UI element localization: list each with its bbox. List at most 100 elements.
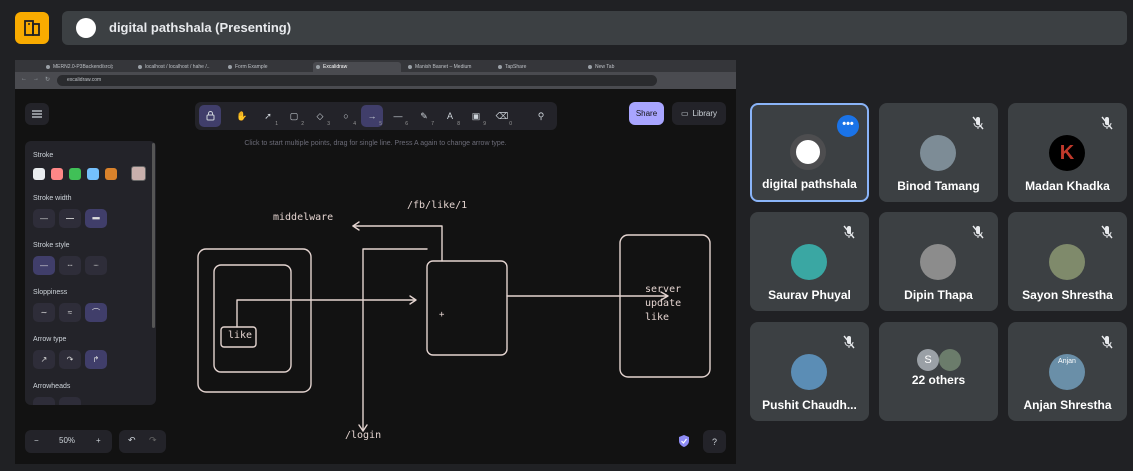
more-options-icon[interactable]: ••• [837, 115, 859, 137]
browser-tab[interactable]: Form Example [225, 62, 305, 72]
browser-tab[interactable]: TapShare [495, 62, 575, 72]
current-color-swatch[interactable] [131, 166, 146, 181]
browser-tab-strip: MERN2.0-P3Backend/src/p... localhost / l… [15, 60, 736, 72]
color-swatch-blue[interactable] [87, 168, 99, 180]
color-swatch-green[interactable] [69, 168, 81, 180]
hamburger-icon [32, 110, 42, 118]
help-button[interactable]: ? [703, 430, 726, 453]
stroke-label: Stroke [33, 152, 54, 159]
presenter-avatar [76, 18, 96, 38]
line-tool[interactable]: —6 [387, 105, 409, 127]
stroke-solid-button[interactable]: — [33, 256, 55, 275]
selection-tool[interactable]: ➚ 1 [257, 105, 279, 128]
browser-tab[interactable]: Excalidraw [313, 62, 401, 72]
tool-shortcut: 7 [431, 121, 434, 127]
inner-box [213, 264, 292, 373]
shield-icon[interactable] [678, 434, 690, 448]
mic-off-icon [843, 335, 855, 349]
image-tool[interactable]: ▣ 9 [465, 105, 487, 128]
stroke-style-label: Stroke style [33, 242, 70, 249]
participant-tile[interactable]: ••• digital pathshala [750, 103, 869, 202]
like-arrow [236, 299, 416, 328]
participant-tile[interactable]: Binod Tamang [879, 103, 998, 202]
zoom-in-button[interactable]: + [96, 436, 101, 445]
arrowhead-end-button[interactable] [59, 397, 81, 405]
redo-icon[interactable]: ↷ [149, 435, 157, 446]
stroke-dotted-button[interactable]: ┈ [85, 256, 107, 275]
share-button[interactable]: Share [629, 102, 664, 125]
arrow-icon: → [367, 111, 377, 121]
browser-tab[interactable]: MERN2.0-P3Backend/src/p... [43, 62, 113, 72]
arrow-curved-button[interactable]: ↷ [59, 350, 81, 369]
participant-avatar: Anjan [1049, 354, 1085, 390]
color-swatch-red[interactable] [51, 168, 63, 180]
participant-tile[interactable]: Dipin Thapa [879, 212, 998, 311]
sloppiness-cartoonist-button[interactable]: ⌒ [85, 303, 107, 322]
stroke-thin-button[interactable]: — [33, 209, 55, 228]
participant-name: Binod Tamang [897, 179, 980, 193]
color-swatch-orange[interactable] [105, 168, 117, 180]
pencil-icon: ✎ [420, 110, 428, 121]
participant-name: digital pathshala [762, 177, 857, 191]
participant-tile[interactable]: K Madan Khadka [1008, 103, 1127, 202]
participant-tile[interactable]: Sayon Shrestha [1008, 212, 1127, 311]
excalidraw-canvas[interactable]: middelware /fb/like/1 like /login server… [15, 89, 736, 464]
color-swatch-white[interactable] [33, 168, 45, 180]
zoom-level[interactable]: 50% [59, 436, 75, 445]
login-arrow [362, 248, 428, 432]
rectangle-icon: ▢ [289, 110, 299, 121]
presenting-icon[interactable] [15, 12, 49, 44]
presenter-banner[interactable]: digital pathshala (Presenting) [62, 11, 1127, 45]
outer-box [197, 248, 312, 393]
drawing-text-like: like [228, 330, 253, 341]
drawing-text-middleware: middelware [273, 212, 334, 223]
hand-icon: ✋ [236, 110, 248, 121]
participant-avatar [939, 349, 961, 371]
top-bar: digital pathshala (Presenting) [0, 0, 1133, 56]
browser-tab[interactable]: localhost / localhost / hahe /... [135, 62, 210, 72]
participant-tile[interactable]: Pushit Chaudh... [750, 322, 869, 421]
stroke-extra-bold-button[interactable]: ━ [85, 209, 107, 228]
text-icon: A [446, 111, 453, 121]
participant-avatar [1049, 244, 1085, 280]
stroke-dashed-button[interactable]: ┄ [59, 256, 81, 275]
participant-name: Anjan Shrestha [1023, 398, 1112, 412]
participant-name: Pushit Chaudh... [762, 398, 857, 412]
zoom-out-button[interactable]: − [34, 436, 39, 445]
draw-tool[interactable]: ✎ 7 [413, 105, 435, 128]
tool-shortcut: 9 [483, 121, 486, 127]
reload-icon[interactable]: ↻ [45, 76, 50, 83]
arrow-tool[interactable]: → 5 [361, 105, 383, 127]
ellipse-tool[interactable]: ○ 4 [335, 105, 357, 127]
sloppiness-artist-button[interactable]: ≈ [59, 303, 81, 322]
address-bar[interactable]: excalidraw.com [57, 75, 657, 86]
participant-tile[interactable]: Anjan Anjan Shrestha [1008, 322, 1127, 421]
lock-tool[interactable] [199, 105, 221, 127]
diamond-tool[interactable]: ◇ 3 [309, 105, 331, 128]
forward-icon[interactable]: → [33, 76, 39, 82]
stroke-bold-button[interactable]: — [59, 209, 81, 228]
rectangle-tool[interactable]: ▢ 2 [283, 105, 305, 128]
sloppiness-architect-button[interactable]: ∼ [33, 303, 55, 322]
browser-tab[interactable]: Manish Basnet – Medium [405, 62, 485, 72]
panel-scrollbar[interactable] [152, 143, 155, 328]
participant-avatar [920, 135, 956, 171]
undo-icon[interactable]: ↶ [128, 435, 136, 446]
menu-button[interactable] [25, 103, 49, 125]
browser-tab[interactable]: New Tab [585, 62, 665, 72]
library-button[interactable]: ▭ Library [672, 102, 726, 125]
sloppiness-label: Sloppiness [33, 289, 68, 296]
hand-tool[interactable]: ✋ [231, 105, 253, 127]
back-icon[interactable]: ← [21, 76, 27, 82]
group-avatar: S [917, 349, 939, 371]
arrow-elbow-button[interactable]: ↱ [85, 350, 107, 369]
zoom-control: − 50% + [25, 430, 112, 453]
others-tile[interactable]: S 22 others [879, 322, 998, 421]
participant-tile[interactable]: Saurav Phuyal [750, 212, 869, 311]
tool-shortcut: 5 [379, 121, 382, 127]
arrow-sharp-button[interactable]: ↗ [33, 350, 55, 369]
extra-tools[interactable]: ⚲ [530, 105, 552, 127]
text-tool[interactable]: A8 [439, 105, 461, 127]
arrowhead-start-button[interactable] [33, 397, 55, 405]
eraser-tool[interactable]: ⌫ 0 [491, 105, 513, 128]
